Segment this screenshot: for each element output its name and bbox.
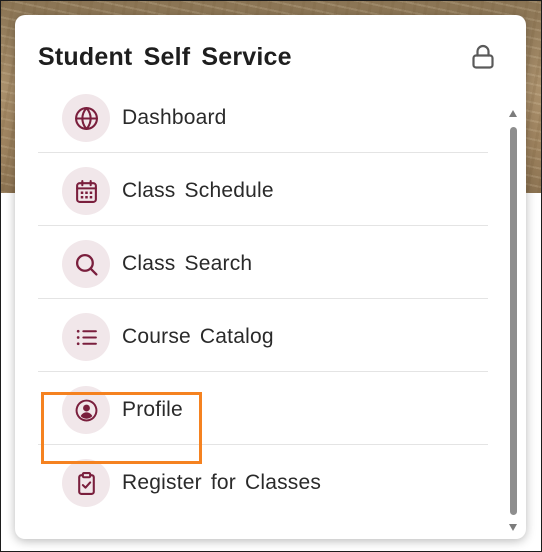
calendar-icon: [75, 179, 97, 203]
list-icon: [76, 329, 97, 345]
screenshot-frame: Student Self Service Dashboard Class Sch…: [0, 0, 542, 552]
menu-item-label: Class Schedule: [122, 179, 274, 202]
menu-item-label: Class Search: [122, 252, 253, 275]
globe-icon: [74, 106, 98, 130]
menu-icon-badge: [62, 386, 110, 434]
self-service-card: Student Self Service Dashboard Class Sch…: [15, 15, 526, 539]
clipboard-check-icon: [77, 471, 95, 495]
menu-item-label: Dashboard: [122, 106, 227, 129]
self-service-menu: Dashboard Class Schedule Class Search Co…: [38, 80, 488, 517]
menu-item-profile[interactable]: Profile: [38, 372, 488, 445]
menu-item-label: Profile: [122, 398, 183, 421]
menu-item-label: Course Catalog: [122, 325, 274, 348]
user-circle-icon: [75, 399, 97, 421]
menu-item-register-for-classes[interactable]: Register for Classes: [38, 445, 488, 517]
card-title: Student Self Service: [38, 43, 292, 71]
menu-item-class-schedule[interactable]: Class Schedule: [38, 153, 488, 226]
scroll-down-arrow-icon[interactable]: [509, 524, 517, 531]
menu-item-dashboard[interactable]: Dashboard: [38, 80, 488, 153]
menu-icon-badge: [62, 94, 110, 142]
menu-icon-badge: [62, 167, 110, 215]
lock-icon[interactable]: [471, 44, 495, 70]
menu-icon-badge: [62, 313, 110, 361]
scroll-up-arrow-icon[interactable]: [509, 110, 517, 117]
menu-item-course-catalog[interactable]: Course Catalog: [38, 299, 488, 372]
menu-item-label: Register for Classes: [122, 471, 322, 494]
search-icon: [75, 253, 98, 276]
menu-icon-badge: [62, 240, 110, 288]
menu-icon-badge: [62, 459, 110, 507]
menu-item-class-search[interactable]: Class Search: [38, 226, 488, 299]
scrollbar-thumb[interactable]: [510, 127, 517, 515]
